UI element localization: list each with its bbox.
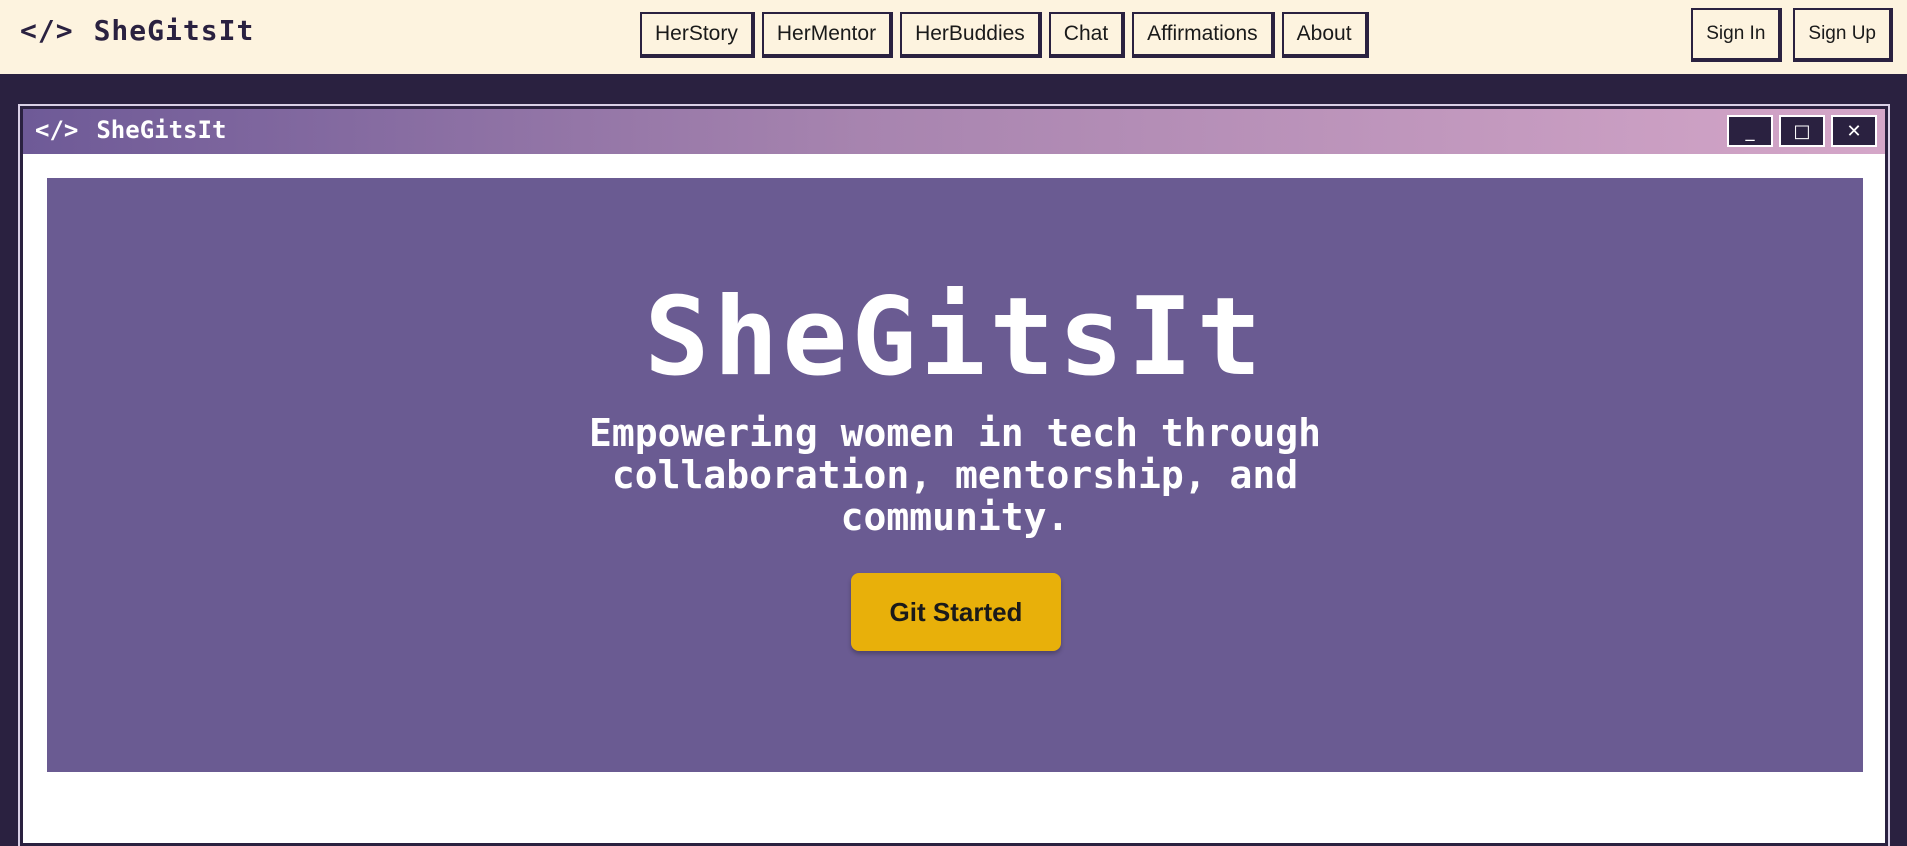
nav-about-button[interactable]: About [1281,12,1369,58]
window-titlebar[interactable]: </> SheGitsIt _ □ ✕ [23,109,1885,154]
window-title-text: SheGitsIt [96,116,227,144]
window-title: </> SheGitsIt [35,116,226,144]
nav-herstory-button[interactable]: HerStory [640,12,755,58]
code-brackets-icon: </> [35,116,79,144]
git-started-button[interactable]: Git Started [851,573,1061,651]
code-brackets-icon: </> [20,14,74,47]
sign-up-button[interactable]: Sign Up [1793,8,1893,62]
top-navigation-bar: </> SheGitsIt HerStory HerMentor HerBuddi… [0,0,1907,74]
hero-section: SheGitsIt Empowering women in tech throu… [47,178,1863,772]
nav-affirmations-button[interactable]: Affirmations [1132,12,1275,58]
nav-herbuddies-button[interactable]: HerBuddies [900,12,1042,58]
retro-window: </> SheGitsIt _ □ ✕ SheGitsIt Empowering … [20,106,1888,846]
sign-in-button[interactable]: Sign In [1691,8,1783,62]
main-nav: HerStory HerMentor HerBuddies Chat Affir… [640,12,1369,58]
window-controls: _ □ ✕ [1727,115,1877,147]
nav-chat-button[interactable]: Chat [1048,12,1126,58]
auth-buttons: Sign In Sign Up [1691,8,1893,62]
brand-name: SheGitsIt [93,14,255,47]
brand-logo[interactable]: </> SheGitsIt [20,14,254,47]
minimize-icon[interactable]: _ [1727,115,1773,147]
nav-hermentor-button[interactable]: HerMentor [761,12,894,58]
maximize-icon[interactable]: □ [1779,115,1825,147]
hero-title: SheGitsIt [644,275,1266,400]
hero-subtitle: Empowering women in tech through collabo… [588,411,1322,539]
close-icon[interactable]: ✕ [1831,115,1877,147]
